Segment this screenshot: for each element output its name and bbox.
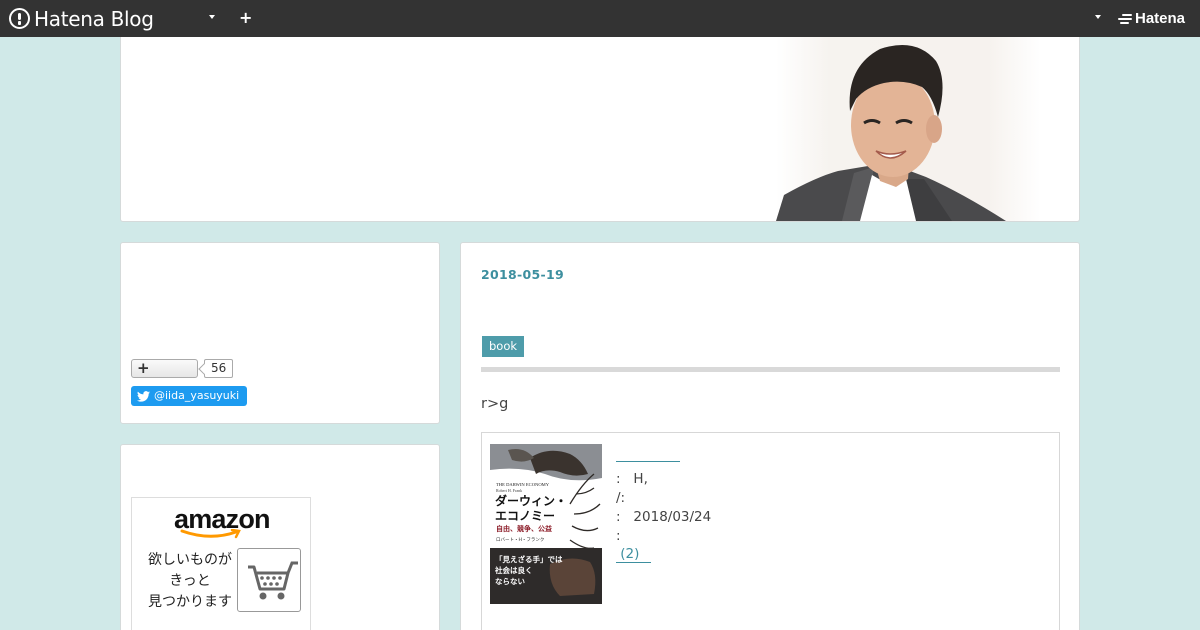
blog-menu-caret-icon[interactable] [209, 15, 215, 19]
amazon-wishlist-banner[interactable]: amazon 欲しいものが きっと 見つかります [131, 497, 311, 630]
svg-text:Robert H. Frank: Robert H. Frank [496, 488, 522, 493]
hatena-blog-logo[interactable]: Hatena Blog [9, 6, 154, 31]
entry-date[interactable]: 2018-05-19 [481, 267, 564, 282]
hatena-bookmark-count[interactable]: 56 [204, 359, 234, 378]
twitter-handle: @iida_yasuyuki [154, 389, 240, 402]
shopping-cart-icon [237, 548, 301, 612]
svg-text:エコノミー: エコノミー [495, 509, 555, 523]
product-publisher-row: /: [616, 490, 626, 506]
svg-text:社会は良く: 社会は良く [494, 565, 533, 575]
sidebar-amazon-module: amazon 欲しいものが きっと 見つかります [120, 444, 440, 630]
blog-header [120, 37, 1080, 222]
entry-article: 2018-05-19 book r>g THE DARWIN ECONOMY R… [460, 242, 1080, 630]
plus-icon: + [137, 359, 150, 377]
svg-text:ならない: ならない [495, 577, 525, 586]
product-review-link[interactable]: (2) [616, 546, 652, 563]
product-author-row: : H, [616, 471, 648, 487]
product-title-link[interactable] [616, 449, 680, 462]
plus-icon[interactable]: + [239, 9, 252, 27]
twitter-bird-icon [137, 390, 150, 402]
svg-text:自由、競争、公益: 自由、競争、公益 [496, 524, 552, 533]
header-portrait-image [776, 37, 1041, 221]
entry-body-text: r>g [481, 396, 509, 412]
hatena-logo-text: Hatena [1135, 10, 1186, 27]
entry-title-divider [481, 367, 1060, 372]
svg-text:ロバート・H・フランク: ロバート・H・フランク [496, 537, 544, 543]
hatena-bookmark-subscribe-button[interactable]: + [131, 359, 198, 378]
svg-text:「見えざる手」では: 「見えざる手」では [495, 554, 563, 564]
twitter-follow-button[interactable]: @iida_yasuyuki [131, 386, 248, 406]
hatena-account-logo[interactable]: Hatena [1118, 10, 1185, 27]
product-empty-row: : [616, 528, 621, 544]
product-release-date-row: : 2018/03/24 [616, 509, 712, 525]
category-tag-book[interactable]: book [482, 336, 525, 357]
svg-text:ダーウィン・: ダーウィン・ [495, 493, 567, 508]
top-navbar: Hatena Blog + Hatena [0, 0, 1200, 37]
amazon-product-card: THE DARWIN ECONOMY Robert H. Frank ダーウィン… [481, 432, 1060, 630]
hatena-blog-mark-icon [9, 8, 30, 29]
amazon-tagline: 欲しいものが きっと 見つかります [148, 552, 232, 610]
book-cover-image[interactable]: THE DARWIN ECONOMY Robert H. Frank ダーウィン… [490, 444, 602, 604]
brand-text: Hatena Blog [34, 6, 154, 31]
amazon-smile-icon [180, 529, 241, 539]
sidebar-profile-module: + 56 @iida_yasuyuki [120, 242, 440, 424]
hatena-mark-icon [1118, 13, 1132, 25]
account-menu-caret-icon[interactable] [1095, 15, 1101, 19]
svg-text:THE DARWIN ECONOMY: THE DARWIN ECONOMY [496, 482, 550, 487]
